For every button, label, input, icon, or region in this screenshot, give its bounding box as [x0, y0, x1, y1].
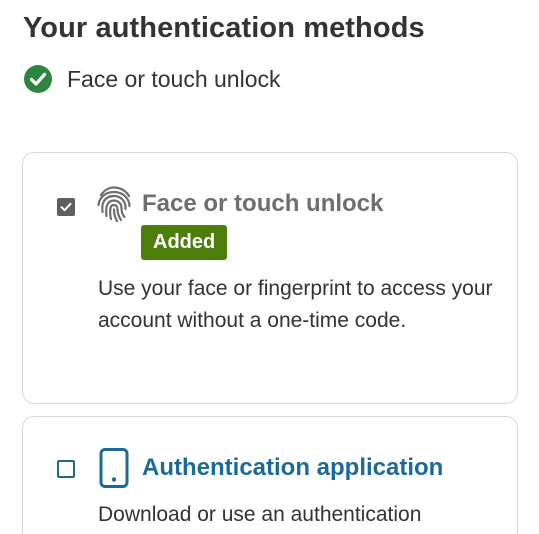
added-status-badge: Added [141, 225, 228, 260]
authentication-application-checkbox[interactable] [57, 460, 75, 478]
method-card-face-touch-unlock[interactable]: Face or touch unlock Added Use your face… [22, 152, 518, 404]
method-description: Use your face or fingerprint to access y… [98, 277, 493, 332]
method-title: Authentication application [142, 454, 444, 481]
fingerprint-icon [97, 186, 131, 223]
phone-icon [99, 448, 129, 488]
method-title: Face or touch unlock [142, 190, 384, 217]
configured-method-summary: Face or touch unlock [24, 64, 281, 94]
method-card-authentication-application[interactable]: Authentication application Download or u… [22, 416, 518, 534]
page: Your authentication methods Face or touc… [0, 0, 539, 534]
checkmark-icon [60, 202, 72, 212]
check-circle-icon [24, 65, 52, 93]
summary-label: Face or touch unlock [67, 65, 281, 92]
method-description: Download or use an authentication [98, 503, 422, 526]
face-touch-unlock-checkbox[interactable] [57, 198, 75, 216]
page-title: Your authentication methods [23, 12, 425, 44]
